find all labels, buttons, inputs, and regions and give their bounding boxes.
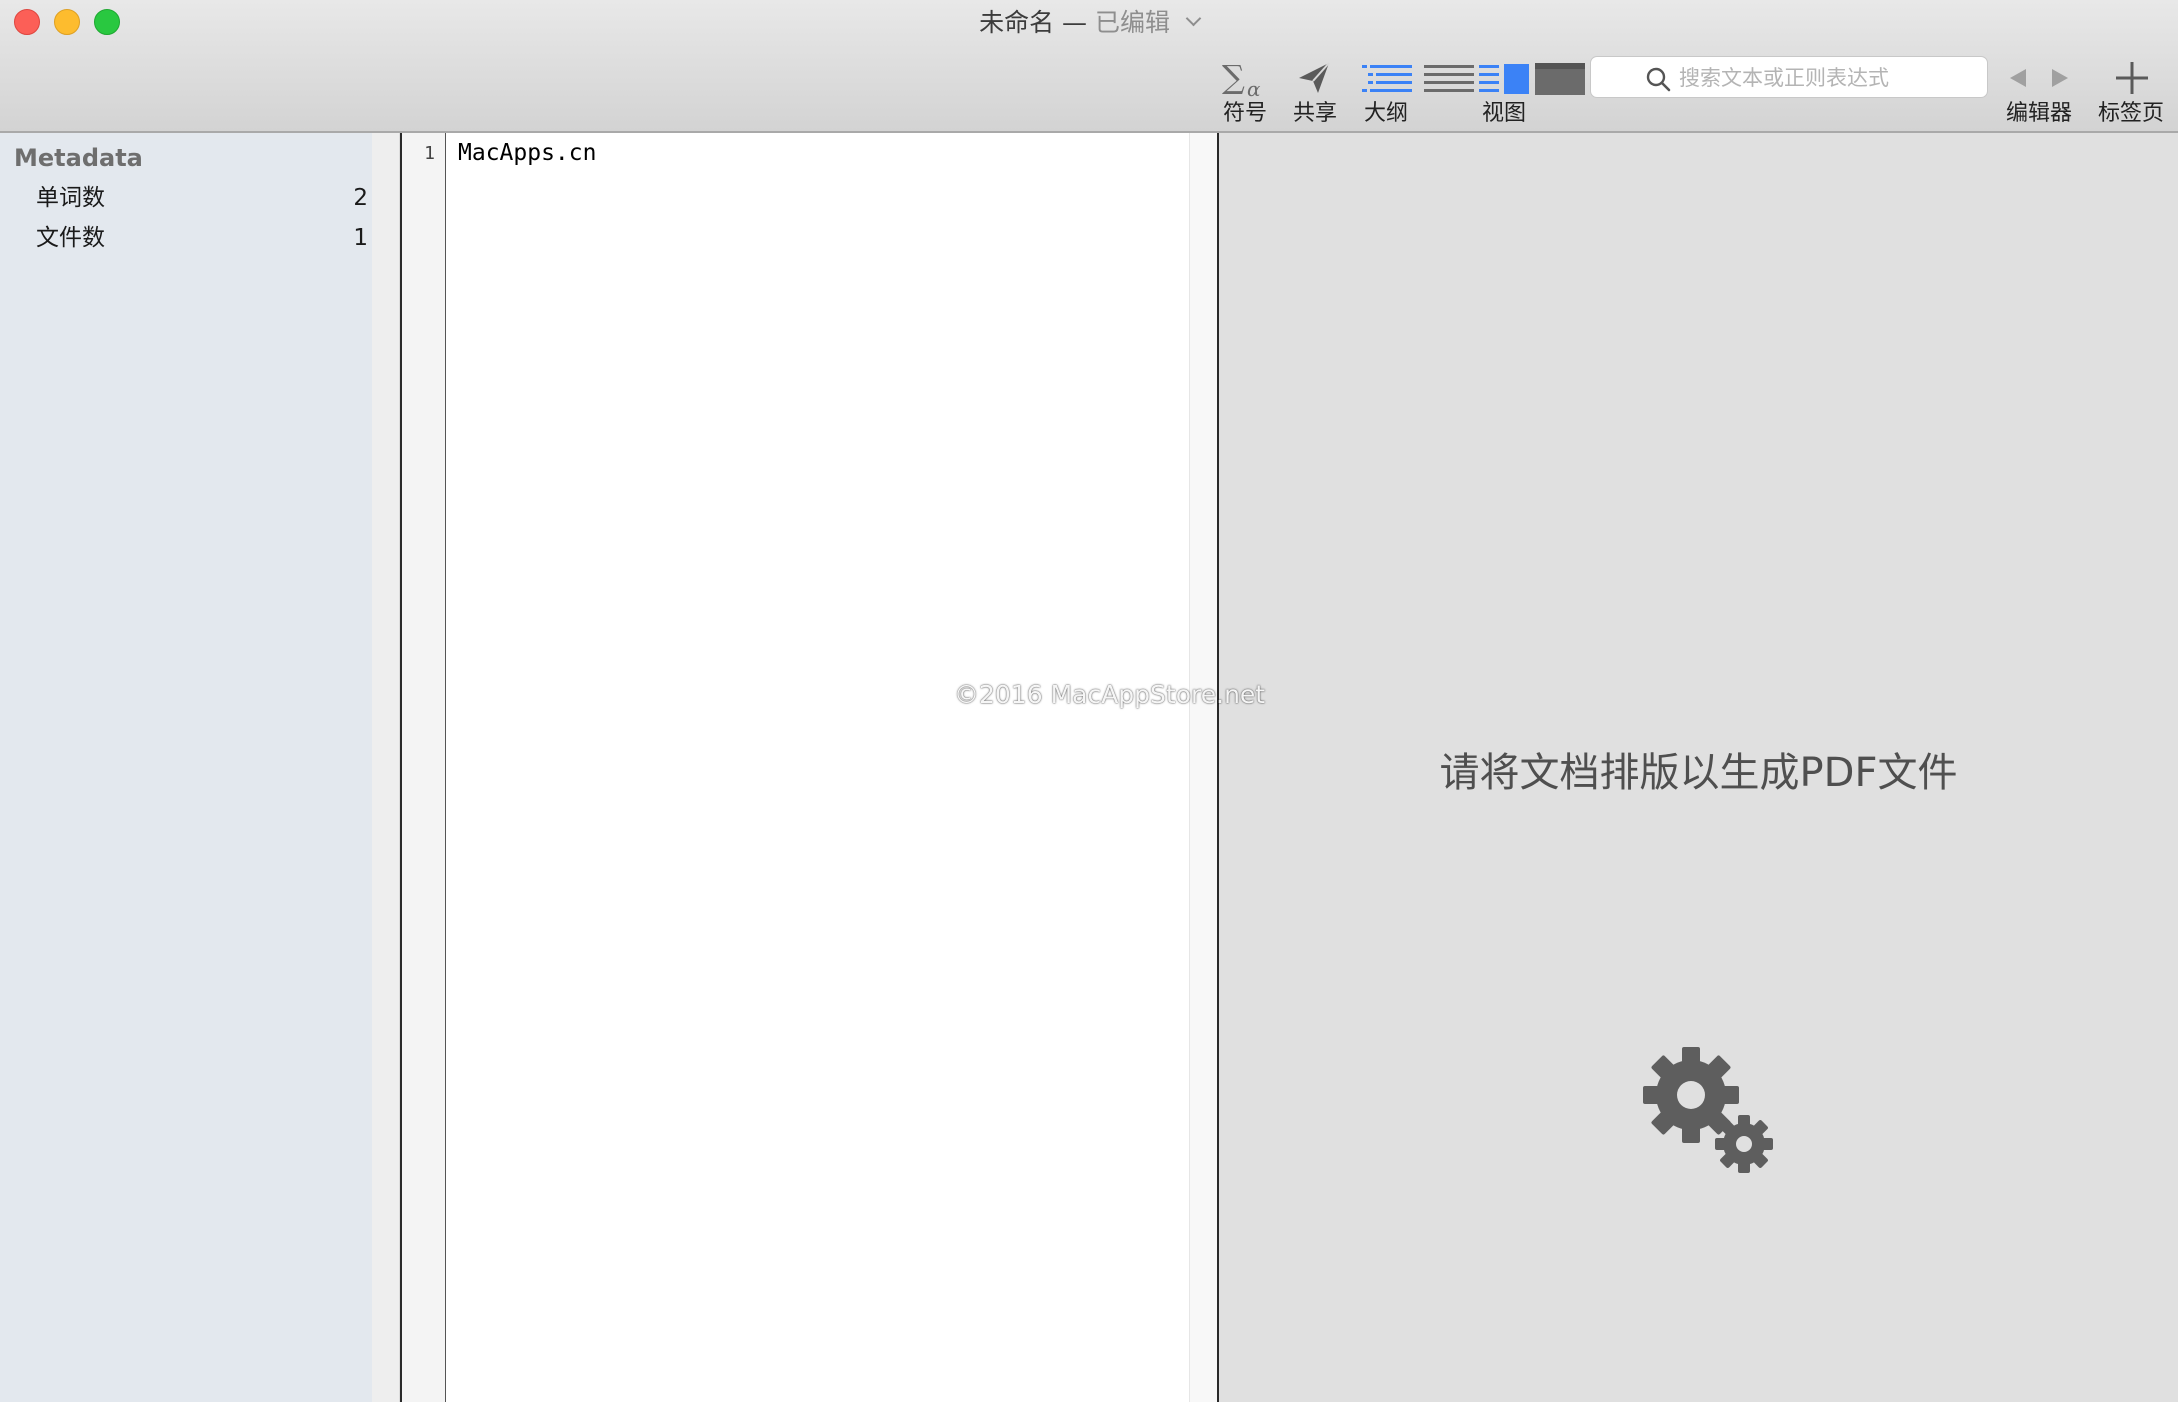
editor-only-view-icon[interactable] xyxy=(1424,64,1474,94)
split-view-icon[interactable] xyxy=(1479,64,1529,94)
metadata-row-file-count[interactable]: 文件数 1 xyxy=(36,220,368,256)
previous-editor-icon[interactable] xyxy=(2006,66,2030,90)
preview-placeholder-message: 请将文档排版以生成PDF文件 xyxy=(1439,750,1958,796)
paper-plane-icon[interactable] xyxy=(1296,60,1332,96)
view-button-label[interactable]: 视图 xyxy=(1482,100,1526,128)
pdf-preview-pane: 请将文档排版以生成PDF文件 xyxy=(1219,133,2178,1402)
gears-icon[interactable] xyxy=(1641,1043,1781,1183)
window-title[interactable]: 未命名 — 已编辑 xyxy=(0,6,2178,40)
editor-scrollbar[interactable] xyxy=(1189,133,1217,1402)
editor-content[interactable]: MacApps.cn xyxy=(458,137,596,169)
symbols-button-label[interactable]: 符号 xyxy=(1223,100,1267,128)
outline-list-icon[interactable] xyxy=(1362,64,1412,94)
line-number: 1 xyxy=(424,143,435,164)
search-icon xyxy=(1646,67,1671,92)
watermark-text: ©2016 MacAppStore.net xyxy=(954,680,1266,709)
metadata-label: 文件数 xyxy=(36,225,105,251)
metadata-count: 2 xyxy=(353,185,368,211)
search-field[interactable] xyxy=(1590,56,1988,98)
new-tab-button-label[interactable]: 标签页 xyxy=(2098,100,2164,128)
chevron-down-icon xyxy=(1185,10,1202,27)
svg-text:∑: ∑ xyxy=(1222,58,1245,96)
preview-only-view-icon[interactable] xyxy=(1535,63,1585,95)
editor-nav-label[interactable]: 编辑器 xyxy=(2006,100,2072,128)
edited-status: 已编辑 xyxy=(1094,8,1170,37)
metadata-row-word-count[interactable]: 单词数 2 xyxy=(36,180,368,216)
metadata-count: 1 xyxy=(353,225,368,251)
metadata-label: 单词数 xyxy=(36,185,105,211)
metadata-sidebar xyxy=(0,133,372,1402)
text-editor[interactable]: 1 MacApps.cn xyxy=(400,133,1219,1402)
line-number-gutter: 1 xyxy=(402,133,446,1402)
share-button-label[interactable]: 共享 xyxy=(1293,100,1337,128)
sidebar-scroll-track[interactable] xyxy=(372,133,400,1402)
metadata-heading: Metadata xyxy=(14,144,143,172)
sigma-alpha-icon[interactable]: ∑ α xyxy=(1222,58,1268,100)
outline-button-label[interactable]: 大纲 xyxy=(1364,100,1408,128)
plus-icon[interactable] xyxy=(2114,60,2150,96)
search-input[interactable] xyxy=(1677,61,1981,95)
next-editor-icon[interactable] xyxy=(2048,66,2072,90)
window-toolbar: 未命名 — 已编辑 ∑ α 符号 共享 大纲 视图 搜索文本或正则表达式 编辑器… xyxy=(0,0,2178,133)
svg-text:α: α xyxy=(1247,77,1261,100)
document-name: 未命名 — xyxy=(979,8,1088,37)
